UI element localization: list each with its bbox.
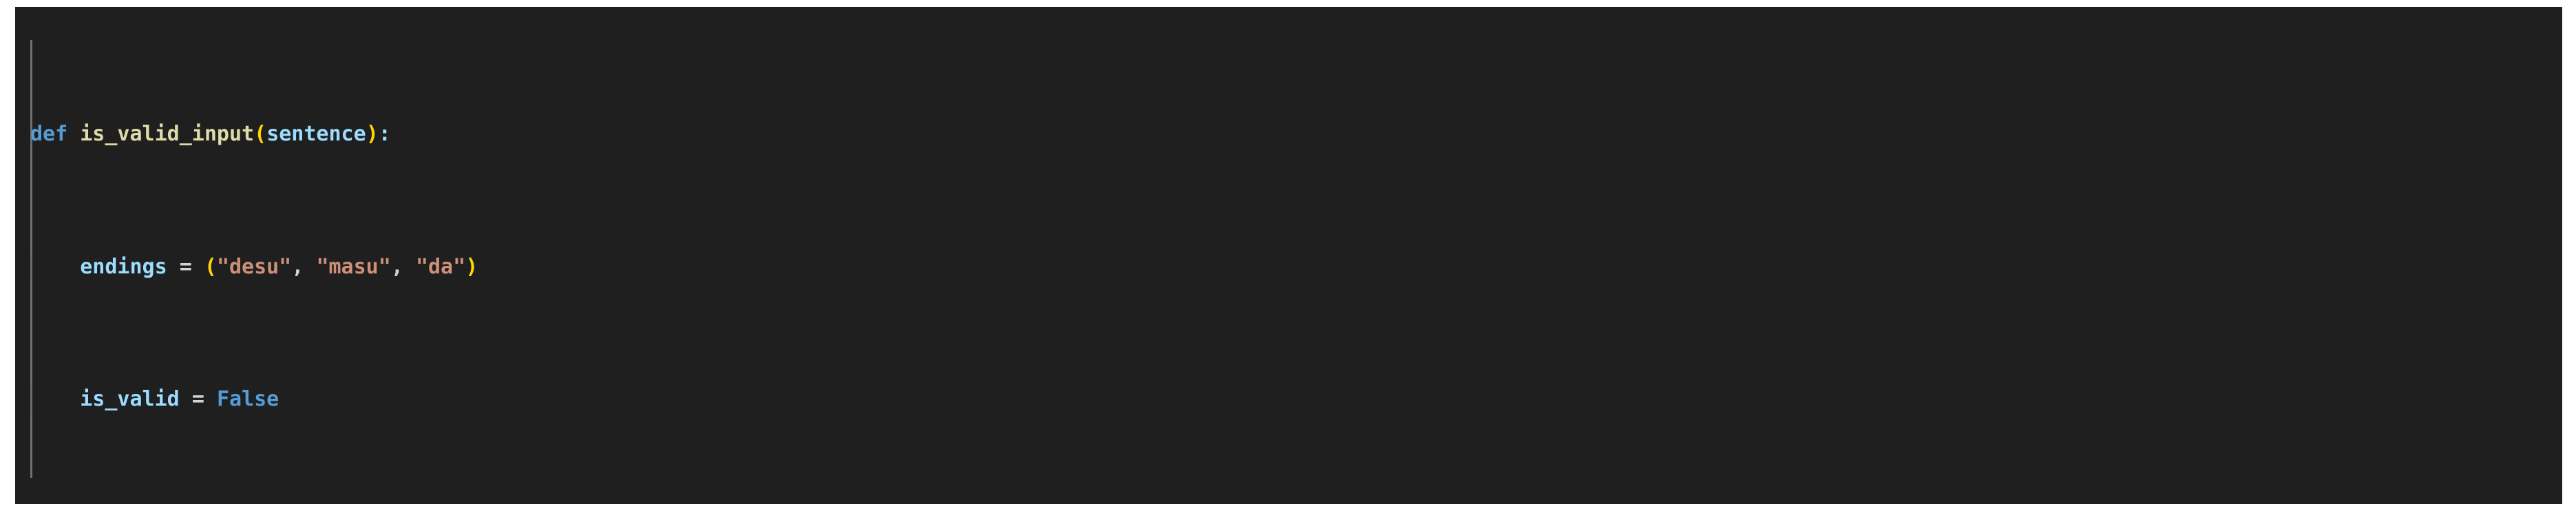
space-l2c (304, 255, 316, 279)
keyword-false: False (216, 387, 279, 411)
variable-endings: endings (80, 254, 167, 279)
paren-close-l2: ) (465, 254, 478, 279)
code-block: def is_valid_input(sentence): endings = … (15, 7, 1349, 504)
keyword-def: def (30, 122, 68, 146)
colon-l1: : (378, 122, 391, 146)
paren-close-l1: ) (366, 122, 379, 146)
indent-guide (30, 386, 32, 413)
variable-is-valid-l3: is_valid (80, 387, 180, 411)
paren-open-l2: ( (204, 254, 217, 279)
space-l2b (192, 255, 204, 279)
assign-op-l3: = (191, 387, 204, 411)
assign-op-l2: = (179, 254, 192, 279)
function-name: is_valid_input (80, 122, 255, 146)
space-l3b (204, 387, 217, 411)
code-line-3: is_valid = False (15, 386, 1349, 413)
code-line-2: endings = ("desu", "masu", "da") (15, 253, 1349, 280)
code-line-1: def is_valid_input(sentence): (15, 121, 1349, 148)
space-l3a (180, 387, 192, 411)
string-masu: "masu" (316, 254, 391, 279)
space-l2a (167, 255, 180, 279)
comma-l2a: , (291, 254, 304, 279)
string-da: "da" (415, 254, 466, 279)
space-l2d (403, 255, 416, 279)
paren-open-l1: ( (254, 122, 267, 146)
comma-l2b: , (390, 254, 403, 279)
parameter-sentence: sentence (266, 122, 366, 146)
string-desu: "desu" (216, 254, 292, 279)
indent-guide (30, 253, 32, 280)
code-editor-pane[interactable]: def is_valid_input(sentence): endings = … (15, 7, 2562, 504)
